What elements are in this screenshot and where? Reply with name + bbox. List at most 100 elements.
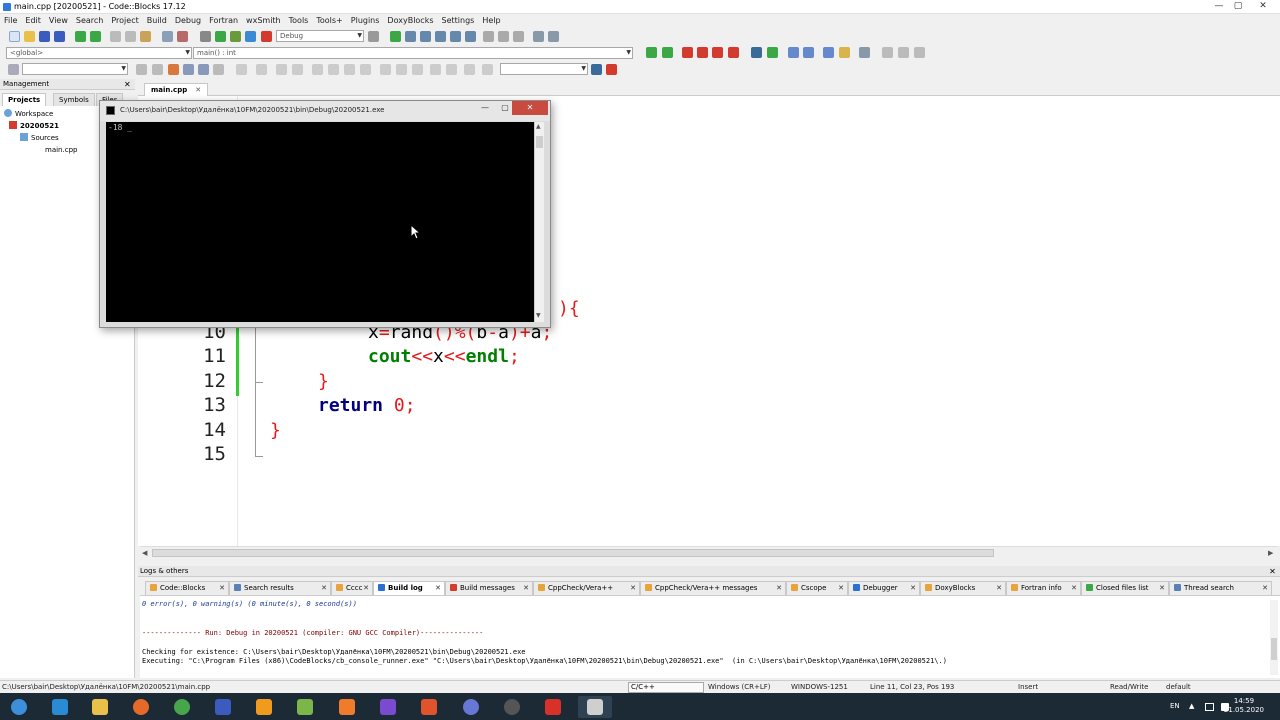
taskbar-chrome-button[interactable]: [165, 696, 199, 718]
menu-edit[interactable]: Edit: [21, 14, 45, 27]
layout-b-icon[interactable]: [292, 64, 303, 75]
close-tab-icon[interactable]: ✕: [523, 582, 529, 595]
close-tab-icon[interactable]: ✕: [910, 582, 916, 595]
incremental-search-input[interactable]: ▼: [22, 63, 128, 75]
size-a-icon[interactable]: [380, 64, 391, 75]
tree-project[interactable]: 20200521: [9, 121, 59, 131]
scroll-up-icon[interactable]: ▲: [536, 123, 541, 130]
menu-settings[interactable]: Settings: [438, 14, 479, 27]
doxy-run-icon[interactable]: [823, 47, 834, 58]
log-tab[interactable]: CppCheck/Vera++ messages ✕: [640, 581, 786, 595]
log-tab[interactable]: Code::Blocks ✕: [145, 581, 229, 595]
close-tab-icon[interactable]: ✕: [996, 582, 1002, 595]
tree-file-main[interactable]: main.cpp: [45, 145, 77, 155]
log-tab[interactable]: Cccc ✕: [331, 581, 373, 595]
tab-symbols[interactable]: Symbols: [53, 93, 95, 106]
tree-workspace[interactable]: Workspace: [4, 109, 53, 119]
taskbar-start-button[interactable]: [2, 696, 36, 718]
taskbar-twitch-button[interactable]: [371, 696, 405, 718]
regex-icon[interactable]: [198, 64, 209, 75]
log-tab[interactable]: Fortran info ✕: [1006, 581, 1081, 595]
editor-horizontal-scrollbar[interactable]: ◀ ▶: [140, 546, 1278, 558]
maximize-button[interactable]: ▢: [1229, 0, 1247, 14]
s-icon[interactable]: [464, 64, 475, 75]
run-toolbar-icon[interactable]: [767, 47, 778, 58]
console-output-area[interactable]: -18 _: [106, 122, 534, 322]
c-icon[interactable]: [482, 64, 493, 75]
log-tab[interactable]: Thread search ✕: [1169, 581, 1272, 595]
layout-a-icon[interactable]: [276, 64, 287, 75]
menu-plugins[interactable]: Plugins: [347, 14, 384, 27]
paste-icon[interactable]: [140, 31, 151, 42]
save-all-icon[interactable]: [54, 31, 65, 42]
log-tab[interactable]: DoxyBlocks ✕: [920, 581, 1006, 595]
debug-start-icon[interactable]: [390, 31, 401, 42]
menu-help[interactable]: Help: [478, 14, 504, 27]
menu-tools[interactable]: Tools: [285, 14, 313, 27]
next-instruction-icon[interactable]: [465, 31, 476, 42]
log-tab[interactable]: Build log ✕: [373, 581, 445, 595]
close-tab-icon[interactable]: ✕: [435, 582, 441, 595]
taskbar-obs-button[interactable]: [495, 696, 529, 718]
taskbar-app-orange-button[interactable]: [412, 696, 446, 718]
build-gear-icon[interactable]: [200, 31, 211, 42]
log-tab[interactable]: Debugger ✕: [848, 581, 920, 595]
scroll-thumb[interactable]: [152, 549, 994, 557]
taskbar-app-floppy-button[interactable]: [206, 696, 240, 718]
close-tab-icon[interactable]: ✕: [776, 582, 782, 595]
doxy-chm-icon[interactable]: [839, 47, 850, 58]
scroll-left-icon[interactable]: ◀: [142, 547, 147, 559]
find-next-icon[interactable]: [152, 64, 163, 75]
close-tab-icon[interactable]: ✕: [1262, 582, 1268, 595]
menu-doxyblocks[interactable]: DoxyBlocks: [383, 14, 437, 27]
log-tab[interactable]: Build messages ✕: [445, 581, 533, 595]
log-tab[interactable]: Closed files list ✕: [1081, 581, 1169, 595]
search-options-icon[interactable]: [606, 64, 617, 75]
menu-wxsmith[interactable]: wxSmith: [242, 14, 285, 27]
doxy-comment-icon[interactable]: [788, 47, 799, 58]
open-folder-icon[interactable]: [24, 31, 35, 42]
taskbar-xampp-button[interactable]: [330, 696, 364, 718]
align-b-icon[interactable]: [328, 64, 339, 75]
system-clock[interactable]: 14:59 21.05.2020: [1224, 697, 1264, 715]
menu-file[interactable]: File: [0, 14, 21, 27]
step-out-icon[interactable]: [450, 31, 461, 42]
console-close-button[interactable]: ✕: [512, 101, 548, 115]
log-tab[interactable]: Cscope ✕: [786, 581, 848, 595]
close-tab-icon[interactable]: ✕: [363, 582, 369, 595]
menu-fortran[interactable]: Fortran: [205, 14, 242, 27]
close-tab-icon[interactable]: ✕: [1071, 582, 1077, 595]
whole-word-icon[interactable]: [213, 64, 224, 75]
taskbar-firefox-button[interactable]: [124, 696, 158, 718]
run-icon[interactable]: [215, 31, 226, 42]
taskbar-console-window-button[interactable]: [578, 696, 612, 718]
abort-icon[interactable]: [261, 31, 272, 42]
build-toolbar-icon[interactable]: [751, 47, 762, 58]
prev-bookmark-icon[interactable]: [697, 47, 708, 58]
taskbar-codeblocks-button[interactable]: [288, 696, 322, 718]
toggle-bookmark-icon[interactable]: [682, 47, 693, 58]
zoom-in-icon[interactable]: [430, 64, 441, 75]
new-file-icon[interactable]: [9, 31, 20, 42]
close-tab-icon[interactable]: ✕: [838, 582, 844, 595]
taskbar-discord-button[interactable]: [454, 696, 488, 718]
tray-expand-icon[interactable]: ▲: [1189, 693, 1194, 720]
pause-icon[interactable]: [498, 31, 509, 42]
menu-debug[interactable]: Debug: [171, 14, 205, 27]
align-d-icon[interactable]: [360, 64, 371, 75]
doxy-line-icon[interactable]: [803, 47, 814, 58]
save-icon[interactable]: [39, 31, 50, 42]
tab-projects[interactable]: Projects: [2, 93, 47, 106]
close-tab-icon[interactable]: ✕: [1159, 582, 1165, 595]
close-tab-icon[interactable]: ✕: [321, 582, 327, 595]
copy-icon[interactable]: [125, 31, 136, 42]
console-scroll-thumb[interactable]: [536, 136, 543, 148]
target-options-icon[interactable]: [368, 31, 379, 42]
cut-icon[interactable]: [110, 31, 121, 42]
network-icon[interactable]: [1205, 703, 1214, 711]
break-debugger-icon[interactable]: [483, 31, 494, 42]
scroll-down-icon[interactable]: ▼: [536, 312, 541, 319]
menu-view[interactable]: View: [45, 14, 72, 27]
debug-info-icon[interactable]: [548, 31, 559, 42]
console-titlebar[interactable]: C:\Users\bair\Desktop\Удалёнка\10FM\2020…: [100, 101, 550, 121]
